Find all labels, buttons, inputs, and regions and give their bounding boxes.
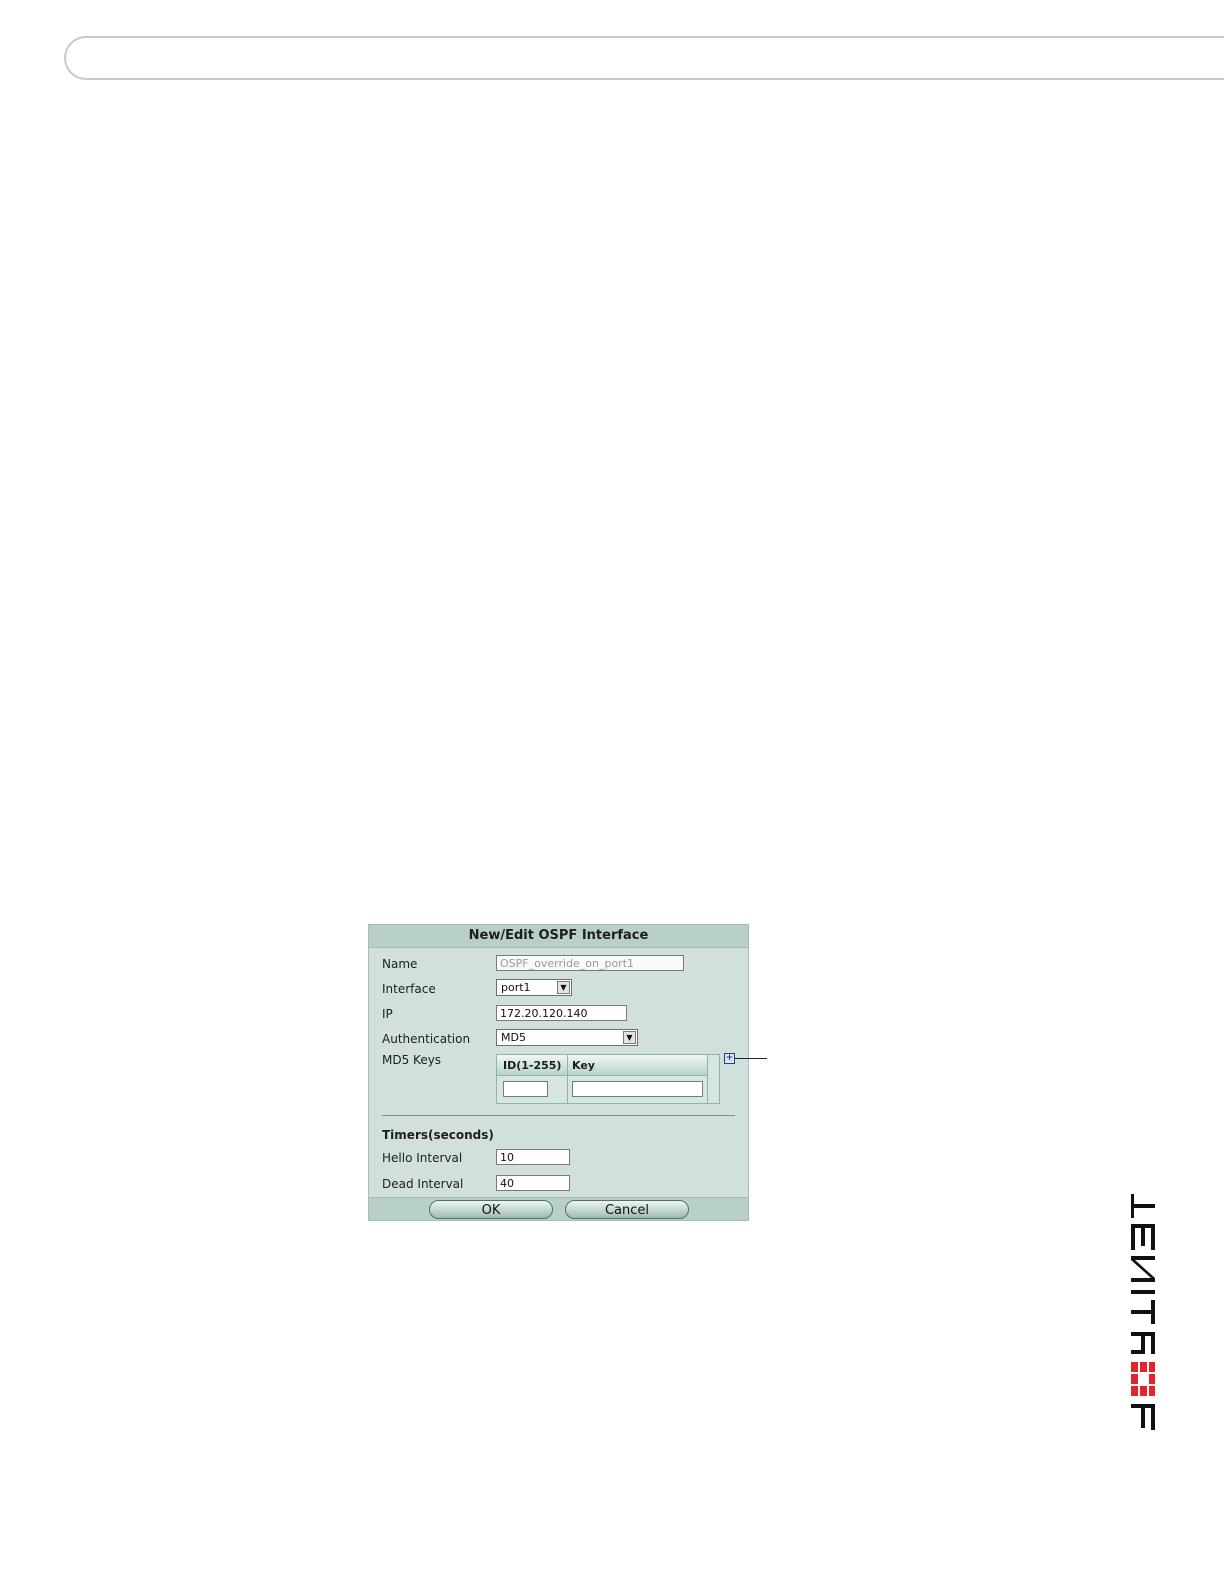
- page-header-bar: [64, 36, 1224, 80]
- authentication-select-value: MD5: [501, 1031, 526, 1044]
- authentication-label: Authentication: [382, 1032, 471, 1046]
- chevron-down-icon[interactable]: ▼: [623, 1031, 636, 1044]
- name-label: Name: [382, 957, 418, 971]
- md5-col-id: ID(1-255): [503, 1059, 562, 1072]
- md5-column-divider: [707, 1055, 708, 1103]
- dead-interval-field[interactable]: [496, 1175, 570, 1191]
- md5-keys-label: MD5 Keys: [382, 1053, 442, 1067]
- md5-col-key: Key: [572, 1059, 595, 1072]
- dialog-title: New/Edit OSPF Interface: [369, 925, 748, 948]
- name-field[interactable]: [496, 955, 684, 971]
- interface-label: Interface: [382, 982, 436, 996]
- fortinet-logo: [1131, 1194, 1155, 1430]
- dialog-button-bar: OK Cancel: [369, 1197, 748, 1220]
- md5-table-header: ID(1-255) Key: [497, 1055, 707, 1076]
- add-key-icon[interactable]: +: [724, 1053, 735, 1064]
- md5-keys-table: ID(1-255) Key: [496, 1054, 720, 1104]
- ip-label: IP: [382, 1007, 393, 1021]
- callout-line: [735, 1058, 767, 1059]
- hello-interval-field[interactable]: [496, 1149, 570, 1165]
- section-divider: [382, 1115, 735, 1116]
- authentication-select[interactable]: MD5 ▼: [496, 1029, 638, 1046]
- hello-interval-label: Hello Interval: [382, 1151, 463, 1165]
- md5-id-input[interactable]: [503, 1081, 548, 1097]
- dead-interval-label: Dead Interval: [382, 1177, 464, 1191]
- interface-select-value: port1: [501, 981, 531, 994]
- md5-key-input[interactable]: [572, 1081, 703, 1097]
- md5-column-divider: [567, 1055, 568, 1103]
- interface-select[interactable]: port1 ▼: [496, 979, 572, 996]
- timers-heading: Timers(seconds): [382, 1128, 494, 1142]
- ospf-interface-dialog: New/Edit OSPF Interface Name Interface p…: [368, 924, 767, 1221]
- ip-field[interactable]: [496, 1005, 627, 1021]
- cancel-button[interactable]: Cancel: [565, 1200, 689, 1219]
- chevron-down-icon[interactable]: ▼: [557, 981, 570, 994]
- ok-button[interactable]: OK: [429, 1200, 553, 1219]
